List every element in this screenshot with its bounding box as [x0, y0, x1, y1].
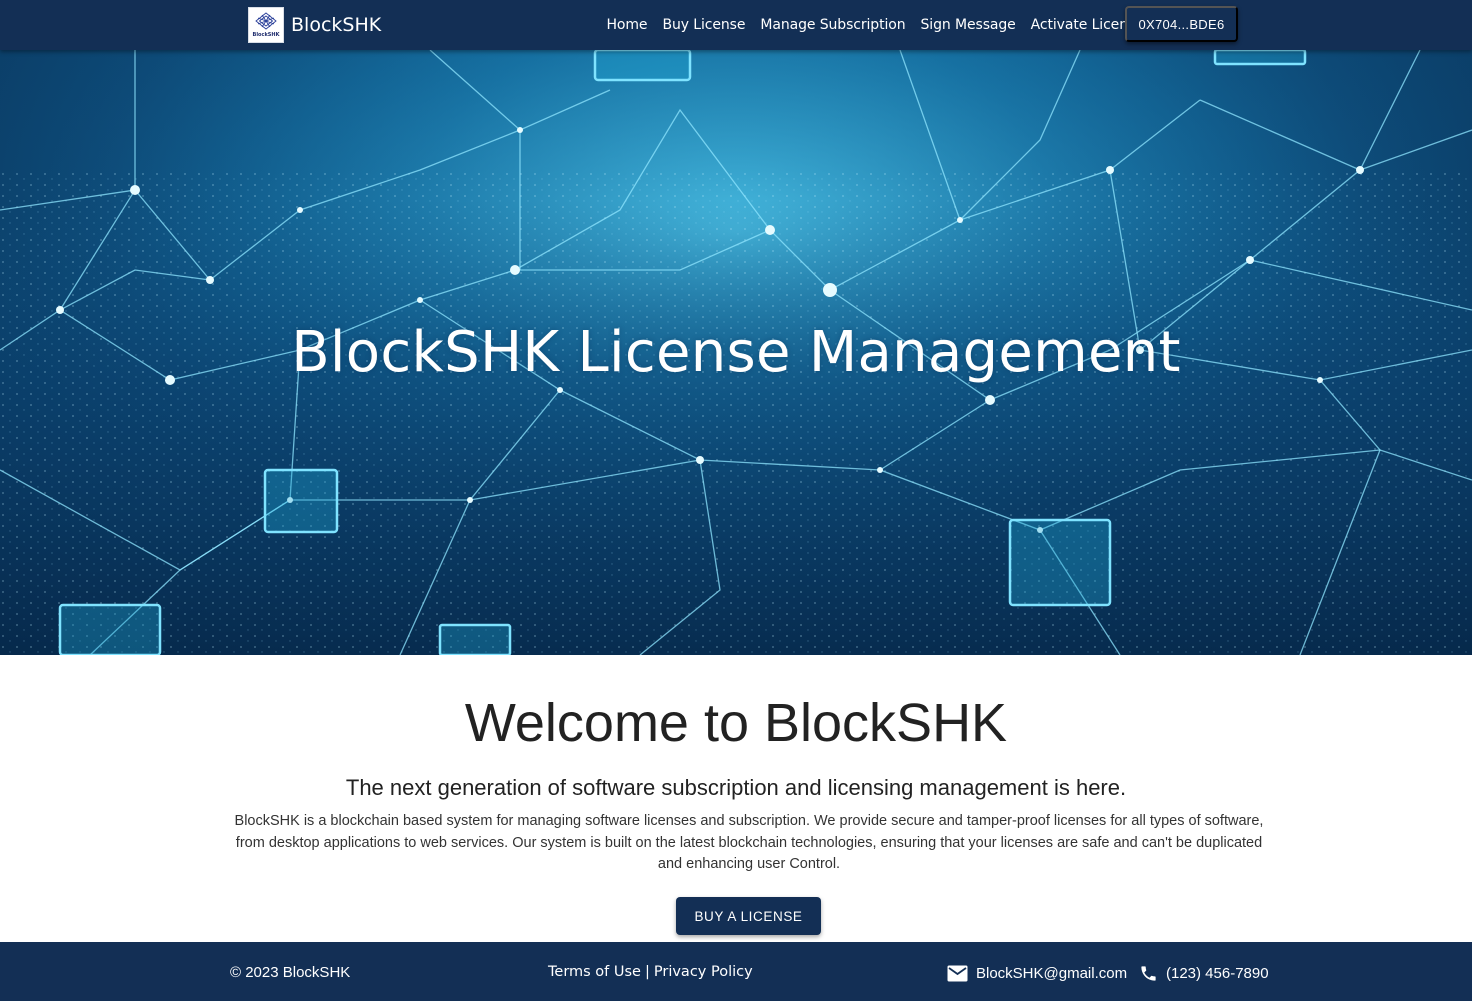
logo-mark-icon: [255, 12, 277, 30]
phone-icon: [1141, 965, 1156, 981]
brand-link[interactable]: BlockSHK BlockSHK: [248, 7, 381, 43]
navbar: BlockSHK BlockSHK Home Buy License Manag…: [0, 0, 1472, 50]
buy-license-button[interactable]: BUY A LICENSE: [676, 897, 821, 935]
footer-link-separator: |: [644, 964, 650, 980]
footer: © 2023 BlockSHK Terms of Use | Privacy P…: [0, 942, 1472, 1001]
email-link[interactable]: BlockSHK@gmail.com: [976, 965, 1127, 982]
brand-logo: BlockSHK: [248, 7, 284, 43]
nav-home[interactable]: Home: [599, 17, 655, 33]
nav-links: Home Buy License Manage Subscription Sig…: [599, 0, 1151, 50]
hero-banner: BlockSHK License Management: [0, 50, 1472, 655]
email-icon: [947, 965, 968, 981]
contact-email: BlockSHK@gmail.com: [947, 962, 1127, 984]
description-paragraph: BlockSHK is a blockchain based system fo…: [234, 813, 1264, 872]
hero-title: BlockSHK License Management: [291, 320, 1181, 385]
wallet-address-button[interactable]: 0X704...BDE6: [1125, 6, 1238, 42]
welcome-heading: Welcome to BlockSHK: [464, 693, 1008, 753]
phone-link[interactable]: (123) 456-7890: [1166, 965, 1269, 982]
nav-manage-subscription[interactable]: Manage Subscription: [753, 17, 913, 33]
nav-buy-license[interactable]: Buy License: [655, 17, 753, 33]
brand-name: BlockSHK: [291, 14, 382, 36]
contact-phone: (123) 456-7890: [1139, 962, 1269, 984]
terms-of-use-link[interactable]: Terms of Use: [548, 964, 641, 980]
privacy-policy-link[interactable]: Privacy Policy: [654, 964, 753, 980]
tagline: The next generation of software subscrip…: [345, 775, 1127, 800]
logo-text: BlockSHK: [252, 32, 280, 38]
copyright-text: © 2023 BlockSHK: [230, 964, 351, 981]
nav-sign-message[interactable]: Sign Message: [913, 17, 1023, 33]
footer-links: Terms of Use | Privacy Policy: [548, 964, 753, 980]
